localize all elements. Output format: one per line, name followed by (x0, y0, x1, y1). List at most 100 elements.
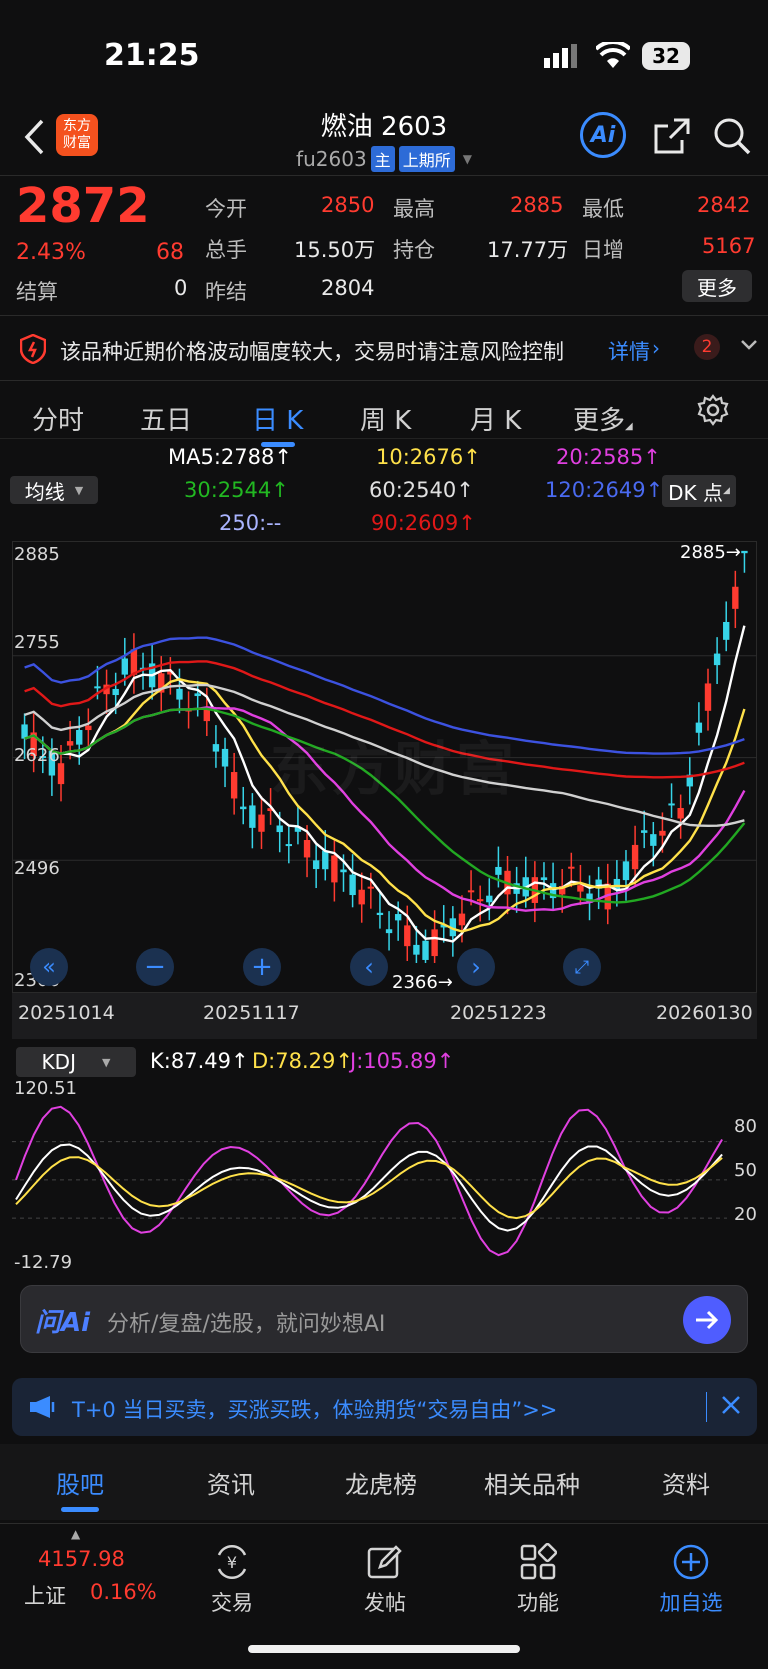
nav-functions[interactable]: 功能 (483, 1543, 593, 1617)
candle-body (349, 874, 356, 896)
candle-body (431, 929, 438, 957)
candle-body (240, 806, 247, 810)
tab-guba[interactable]: 股吧 (56, 1465, 104, 1500)
tab-weekly-k[interactable]: 周 K (360, 400, 411, 437)
nav-post[interactable]: 发帖 (330, 1543, 440, 1617)
scroll-left-button[interactable]: ‹ (350, 948, 388, 986)
low-annotation: 2366→ (392, 972, 453, 993)
y-tick: 2626 (14, 745, 60, 766)
candle-body (76, 729, 83, 745)
nav-functions-label: 功能 (517, 1591, 559, 1615)
nav-trade[interactable]: ¥ 交易 (177, 1543, 287, 1617)
daily-inc-value: 5167 (702, 234, 756, 258)
candle-body (622, 861, 630, 881)
promo-banner[interactable]: T+0 当日买卖，买涨买跌，体验期货“交易自由”>> (12, 1378, 757, 1436)
candle-body (130, 649, 138, 675)
indicator-selector[interactable]: KDJ ▼ (16, 1047, 136, 1077)
y-tick: 2755 (14, 632, 60, 653)
up-arrow-icon: ↑ (456, 478, 474, 502)
more-button[interactable]: 更多 (682, 270, 752, 302)
candle-body (85, 725, 92, 731)
fullscreen-button[interactable]: ⤢ (563, 948, 601, 986)
volume-value: 15.50万 (294, 238, 376, 262)
kdj-level-20: 20 (734, 1204, 757, 1225)
risk-alert[interactable]: 该品种近期价格波动幅度较大，交易时请注意风险控制 详情 › 2 (0, 330, 768, 370)
x-tick: 20251117 (203, 1002, 300, 1024)
ma250-value: 250:-- (219, 511, 282, 535)
prev-settle-label: 昨结 (205, 280, 247, 304)
open-label: 今开 (205, 197, 247, 221)
candle-body (331, 855, 338, 883)
ma90-value: 90:2609↑ (371, 511, 476, 535)
dk-point-button[interactable]: DK 点 ◢ (662, 475, 736, 507)
yen-exchange-icon: ¥ (217, 1545, 247, 1579)
kdj-j-text: J:105.89 (350, 1049, 437, 1073)
share-icon[interactable] (652, 116, 692, 160)
candle-body (176, 688, 183, 700)
kdj-level-80: 80 (734, 1116, 757, 1137)
contract-code: fu2603 (296, 147, 367, 171)
tab-monthly-k[interactable]: 月 K (470, 400, 521, 437)
kdj-chart[interactable] (12, 1080, 757, 1270)
send-button[interactable] (683, 1296, 731, 1344)
nav-add-watchlist[interactable]: 加自选 (636, 1543, 746, 1617)
ma-selector[interactable]: 均线 ▼ (10, 476, 98, 504)
candle-body (631, 844, 639, 870)
battery-icon: 32 (642, 42, 690, 70)
ai-input-placeholder: 分析/复盘/选股，就问妙想AI (107, 1312, 386, 1337)
tab-daily-k[interactable]: 日 K (252, 400, 303, 437)
candle-body (404, 925, 411, 947)
candle-body (540, 877, 548, 881)
ma5-value: MA5:2788↑ (168, 445, 292, 469)
tab-five-day[interactable]: 五日 (140, 400, 192, 437)
candle-body (458, 913, 466, 926)
alert-count-badge: 2 (694, 334, 720, 360)
scroll-right-button[interactable]: › (457, 948, 495, 986)
scroll-left-fast-button[interactable]: « (30, 948, 68, 986)
triangle-down-icon: ▼ (101, 1055, 111, 1069)
candle-body (695, 722, 703, 733)
candle-body (422, 940, 429, 960)
up-arrow-icon: ↑ (230, 1049, 249, 1073)
ai-search-input[interactable]: 问Ai 分析/复盘/选股，就问妙想AI (20, 1285, 748, 1353)
ma60-value: 60:2540↑ (369, 478, 474, 502)
indicator-selector-label: KDJ (41, 1050, 76, 1074)
index-ticker[interactable]: ▲ 4157.98 上证 0.16% (24, 1527, 164, 1617)
up-triangle-icon: ▲ (71, 1527, 81, 1541)
candle-body (121, 658, 128, 675)
search-icon[interactable] (712, 116, 752, 160)
ma60-text: 60:2540 (369, 478, 457, 502)
tab-profile[interactable]: 资料 (662, 1465, 710, 1500)
candle-body (385, 929, 393, 934)
ma-selector-label: 均线 (24, 479, 65, 504)
grid-icon (520, 1543, 557, 1580)
exchange-badge: 上期所 (398, 146, 455, 172)
tab-news[interactable]: 资讯 (207, 1465, 255, 1500)
ma5-text: MA5:2788 (168, 445, 275, 469)
oi-value: 17.77万 (487, 238, 569, 262)
kdj-level-50: 50 (734, 1160, 757, 1181)
x-tick: 20260130 (656, 1002, 753, 1024)
up-arrow-icon: ↑ (458, 511, 476, 535)
tab-related[interactable]: 相关品种 (484, 1465, 580, 1500)
candle-body (276, 825, 283, 833)
up-arrow-icon: ↑ (643, 445, 661, 469)
nav-post-label: 发帖 (364, 1591, 406, 1615)
zoom-in-button[interactable]: + (243, 948, 281, 986)
zoom-out-button[interactable]: − (136, 948, 174, 986)
triangle-icon: ◢ (722, 486, 730, 496)
ai-button[interactable]: Ai (580, 112, 626, 158)
change-percent: 2.43% (16, 240, 86, 265)
tab-more[interactable]: 更多◢ (573, 400, 633, 437)
index-value: 4157.98 (38, 1547, 125, 1571)
gear-icon[interactable] (697, 394, 729, 430)
kdj-k-value: K:87.49↑ (150, 1049, 249, 1073)
candle-body (285, 844, 293, 847)
expand-chevron-icon[interactable] (740, 332, 758, 362)
candle-body (258, 814, 265, 832)
plus-circle-icon (673, 1544, 709, 1580)
close-icon[interactable] (720, 1394, 742, 1420)
tab-intraday[interactable]: 分时 (32, 400, 84, 437)
alert-detail-link[interactable]: 详情 (608, 336, 650, 366)
tab-dragon-tiger[interactable]: 龙虎榜 (345, 1465, 417, 1500)
